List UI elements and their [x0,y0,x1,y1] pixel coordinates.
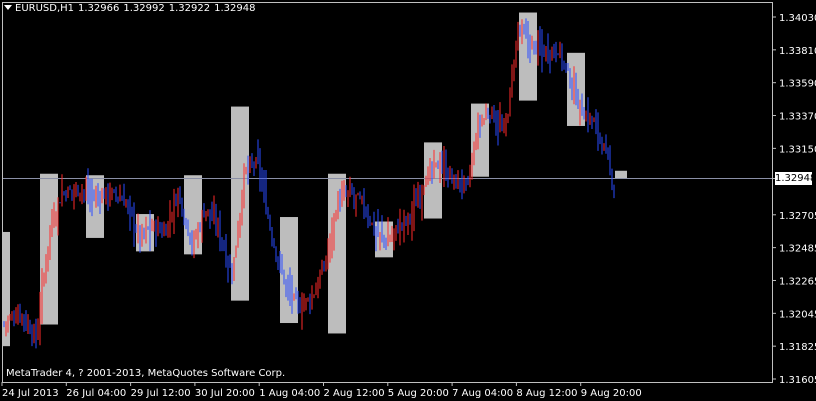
time-tick-label: 5 Aug 20:00 [388,388,449,399]
price-tick-label: 1.34030 [779,13,816,24]
current-price-tag: 1.32948 [775,172,816,185]
price-tick-label: 1.31825 [779,342,816,353]
price-tick-label: 1.32705 [779,211,816,222]
session-range-box [40,173,58,325]
time-tick-label: 2 Aug 12:00 [324,388,385,399]
price-tick-label: 1.32485 [779,244,816,255]
time-tick-label: 7 Aug 04:00 [452,388,513,399]
time-axis[interactable]: 24 Jul 2013 26 Jul 04:00 29 Jul 12:00 30 Ju… [1,382,642,399]
price-tick-label: 1.33590 [779,79,816,90]
time-tick-label: 1 Aug 04:00 [259,388,320,399]
session-range-box [280,217,298,324]
high-value: 1.32992 [123,3,165,14]
symbol-label: EURUSD,H1 [15,3,75,14]
price-tick-label: 1.33370 [779,112,816,123]
chart-frame [2,2,773,383]
chart-header: EURUSD,H1 1.32966 1.32992 1.32922 1.32948 [4,3,259,14]
time-tick-label: 29 Jul 12:00 [131,388,191,399]
time-tick-label: 26 Jul 04:00 [66,388,126,399]
time-tick-label: 30 Jul 20:00 [195,388,255,399]
session-range-box [136,214,154,252]
chart-menu-icon[interactable] [4,5,12,10]
low-value: 1.32922 [168,3,211,14]
time-tick-label: 9 Aug 20:00 [581,388,642,399]
price-chart[interactable]: 1.34030 1.33810 1.33590 1.33370 1.33150 1.327… [0,0,816,401]
session-range-box [615,170,627,179]
copyright-text: MetaTrader 4, ? 2001-2013, MetaQuotes So… [6,368,286,379]
price-axis[interactable]: 1.34030 1.33810 1.33590 1.33370 1.33150 1.327… [772,13,816,386]
session-range-box [328,173,346,334]
price-tick-label: 1.32265 [779,276,816,287]
session-range-box [184,175,202,255]
time-tick-label: 24 Jul 2013 [2,388,59,399]
session-range-box [424,142,442,219]
price-tick-label: 1.31605 [779,375,816,386]
price-tick-label: 1.33810 [779,46,816,57]
close-value: 1.32948 [214,3,256,14]
time-tick-label: 8 Aug 12:00 [516,388,577,399]
open-value: 1.32966 [78,3,120,14]
price-tick-label: 1.32045 [779,309,816,320]
session-range-box [86,175,104,238]
price-tick-label: 1.33150 [779,144,816,155]
